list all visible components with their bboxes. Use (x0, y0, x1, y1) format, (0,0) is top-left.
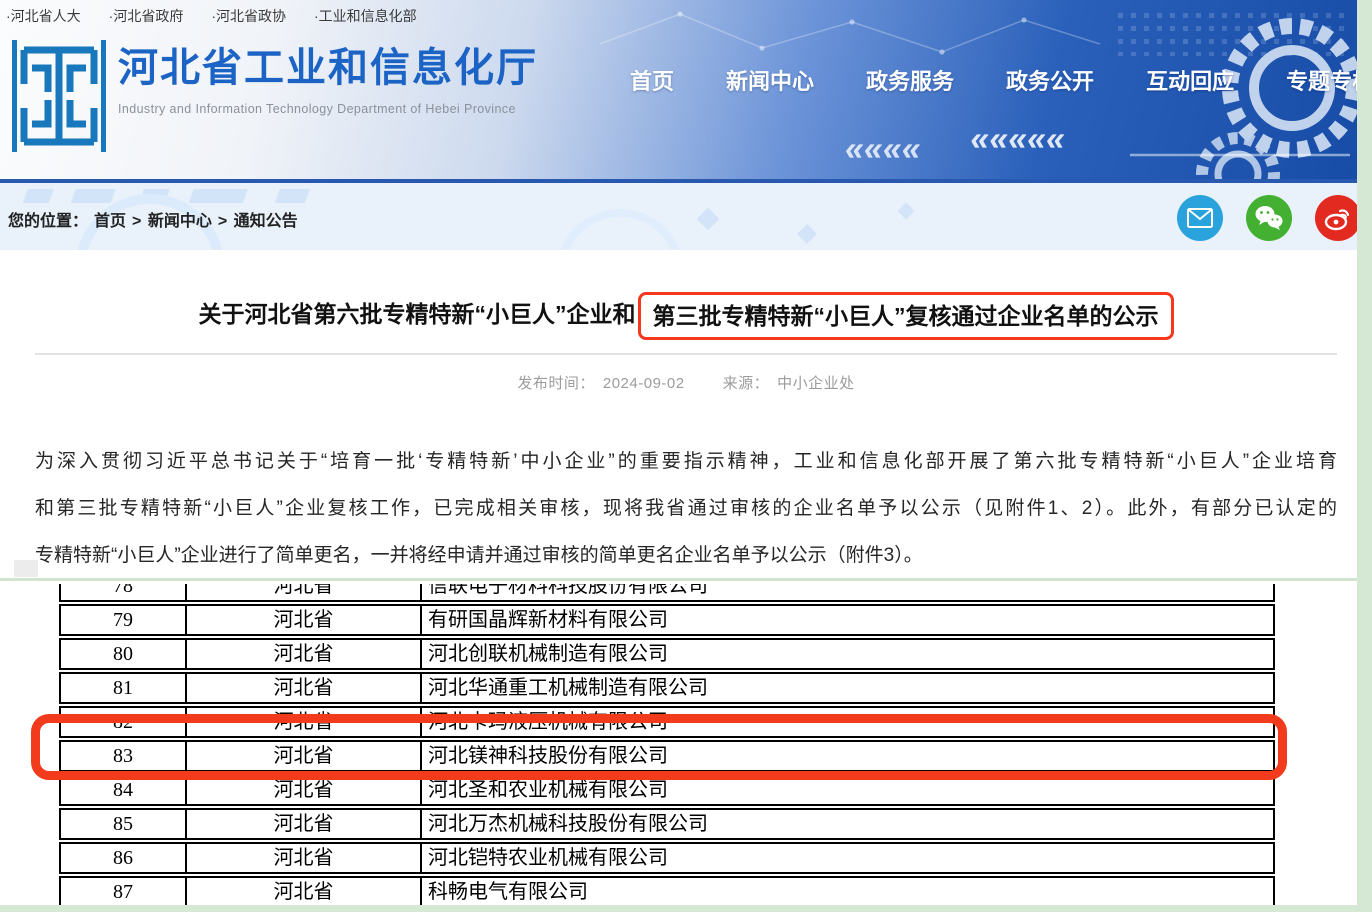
top-link[interactable]: ·工业和信息化部 (314, 6, 417, 26)
svg-text:«««««: ««««« (968, 120, 1068, 158)
site-title-english: Industry and Information Technology Depa… (118, 102, 538, 116)
top-link[interactable]: ·河北省人大 (6, 6, 81, 26)
paragraph-line: 专精特新“小巨人”企业进行了简单更名，一并将经申请并通过审核的简单更名企业名单予… (35, 532, 1337, 579)
breadcrumb-item[interactable]: 首页 (94, 207, 126, 231)
source-label: 来源： (723, 375, 770, 392)
breadcrumb-label: 您的位置： (8, 207, 88, 231)
article-title: 关于河北省第六批专精特新“小巨人”企业和第三批专精特新“小巨人”复核通过企业名单… (0, 292, 1372, 340)
green-mat-bottom (0, 905, 1372, 912)
title-red-highlight-box: 第三批专精特新“小巨人”复核通过企业名单的公示 (638, 292, 1174, 340)
company-name-cell: 河北圣和农业机械有限公司 (422, 776, 1273, 804)
weibo-icon[interactable] (1315, 195, 1361, 241)
table-row: 79 河北省 有研国晶辉新材料有限公司 (59, 604, 1275, 636)
department-logo-icon (12, 40, 106, 152)
row-number-cell: 82 (61, 708, 187, 736)
province-cell: 河北省 (187, 878, 422, 905)
row-number-cell: 84 (61, 776, 187, 804)
main-nav: 首页新闻中心政务服务政务公开互动回应专题专栏 (630, 64, 1372, 96)
company-name-cell: 科畅电气有限公司 (422, 878, 1273, 905)
title-divider (35, 353, 1337, 355)
province-cell: 河北省 (187, 640, 422, 668)
breadcrumb-items: 首页新闻中心通知公告 (94, 207, 298, 231)
breadcrumb: 您的位置： 首页新闻中心通知公告 (8, 207, 298, 231)
row-number-cell: 85 (61, 810, 187, 838)
company-name-cell: 河北镁神科技股份有限公司 (422, 742, 1273, 770)
nav-item[interactable]: 首页 (630, 64, 674, 96)
table-row: 80 河北省 河北创联机械制造有限公司 (59, 638, 1275, 670)
breadcrumb-item[interactable]: 新闻中心 (132, 207, 212, 231)
company-table-viewport: 78 河北省 信联电子材料科技股份有限公司 79 河北省 有研国晶辉新材料有限公… (59, 584, 1275, 905)
company-table: 78 河北省 信联电子材料科技股份有限公司 79 河北省 有研国晶辉新材料有限公… (59, 584, 1275, 905)
company-name-cell: 河北铠特农业机械有限公司 (422, 844, 1273, 872)
company-name-cell: 有研国晶辉新材料有限公司 (422, 606, 1273, 634)
article-title-part1: 关于河北省第六批专精特新“小巨人”企业和 (199, 301, 636, 327)
row-number-cell: 87 (61, 878, 187, 905)
province-cell: 河北省 (187, 674, 422, 702)
company-name-cell: 河北卡玛液压机械有限公司 (422, 708, 1273, 736)
table-row: 84 河北省 河北圣和农业机械有限公司 (59, 774, 1275, 806)
province-cell: 河北省 (187, 606, 422, 634)
company-name-cell: 信联电子材料科技股份有限公司 (422, 584, 1273, 600)
table-row: 78 河北省 信联电子材料科技股份有限公司 (59, 584, 1275, 602)
paragraph-line: 为深入贯彻习近平总书记关于“培育一批‘专精特新’中小企业”的重要指示精神，工业和… (35, 438, 1337, 485)
page-fragment (14, 560, 38, 577)
site-header: «««« ««««« ·河北省人大 ·河北省政府 ·河北省政协 ·工业和信息化部 河北… (0, 0, 1372, 183)
top-link[interactable]: ·河北省政府 (109, 6, 184, 26)
article-body: 为深入贯彻习近平总书记关于“培育一批‘专精特新’中小企业”的重要指示精神，工业和… (35, 438, 1337, 579)
table-row: 85 河北省 河北万杰机械科技股份有限公司 (59, 808, 1275, 840)
svg-text:««««: «««« (842, 130, 923, 168)
top-links-bar: ·河北省人大 ·河北省政府 ·河北省政协 ·工业和信息化部 (6, 6, 417, 26)
province-cell: 河北省 (187, 708, 422, 736)
article-meta: 发布时间： 2024-09-02 来源： 中小企业处 (0, 372, 1372, 393)
province-cell: 河北省 (187, 584, 422, 600)
table-row: 86 河北省 河北铠特农业机械有限公司 (59, 842, 1275, 874)
province-cell: 河北省 (187, 810, 422, 838)
green-mat-right (1357, 0, 1372, 912)
nav-item[interactable]: 政务服务 (866, 64, 954, 96)
breadcrumb-band: 您的位置： 首页新闻中心通知公告 (0, 179, 1372, 250)
table-row: 83 河北省 河北镁神科技股份有限公司 (59, 740, 1275, 772)
province-cell: 河北省 (187, 844, 422, 872)
source-value: 中小企业处 (777, 375, 855, 392)
paragraph-line: 和第三批专精特新“小巨人”企业复核工作，已完成相关审核，现将我省通过审核的企业名… (35, 485, 1337, 532)
row-number-cell: 79 (61, 606, 187, 634)
company-name-cell: 河北华通重工机械制造有限公司 (422, 674, 1273, 702)
table-row: 81 河北省 河北华通重工机械制造有限公司 (59, 672, 1275, 704)
publish-label: 发布时间： (517, 375, 595, 392)
province-cell: 河北省 (187, 776, 422, 804)
breadcrumb-item[interactable]: 通知公告 (218, 207, 298, 231)
company-list-sheet: 78 河北省 信联电子材料科技股份有限公司 79 河北省 有研国晶辉新材料有限公… (0, 578, 1372, 905)
row-number-cell: 83 (61, 742, 187, 770)
top-link[interactable]: ·河北省政协 (211, 6, 286, 26)
table-row: 87 河北省 科畅电气有限公司 (59, 876, 1275, 905)
article-title-part2: 第三批专精特新“小巨人”复核通过企业名单的公示 (653, 303, 1159, 329)
site-title: 河北省工业和信息化厅 (118, 46, 538, 90)
site-brand: 河北省工业和信息化厅 Industry and Information Tech… (118, 46, 538, 116)
publish-date: 2024-09-02 (603, 375, 685, 392)
row-number-cell: 86 (61, 844, 187, 872)
email-icon[interactable] (1177, 195, 1223, 241)
company-name-cell: 河北创联机械制造有限公司 (422, 640, 1273, 668)
company-name-cell: 河北万杰机械科技股份有限公司 (422, 810, 1273, 838)
wechat-icon[interactable] (1246, 195, 1292, 241)
nav-item[interactable]: 新闻中心 (726, 64, 814, 96)
nav-item[interactable]: 互动回应 (1146, 64, 1234, 96)
province-cell: 河北省 (187, 742, 422, 770)
table-row: 82 河北省 河北卡玛液压机械有限公司 (59, 706, 1275, 738)
nav-item[interactable]: 政务公开 (1006, 64, 1094, 96)
row-number-cell: 78 (61, 584, 187, 600)
row-number-cell: 81 (61, 674, 187, 702)
social-icons (1177, 195, 1361, 241)
row-number-cell: 80 (61, 640, 187, 668)
article-area: 关于河北省第六批专精特新“小巨人”企业和第三批专精特新“小巨人”复核通过企业名单… (0, 250, 1372, 578)
